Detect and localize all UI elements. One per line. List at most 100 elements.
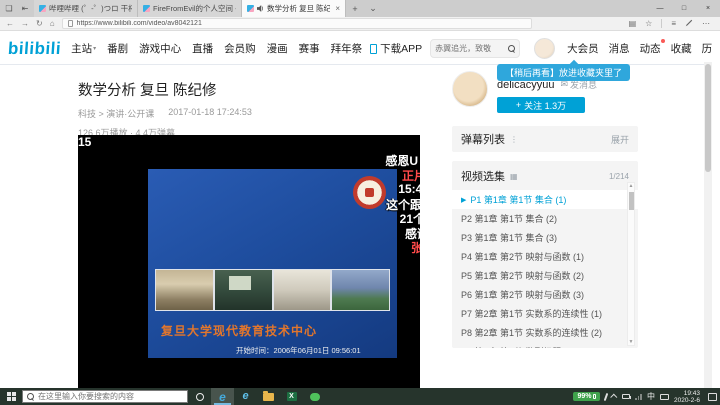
windows-logo-icon xyxy=(7,392,16,401)
taskbar-search-box[interactable] xyxy=(22,390,188,403)
file-explorer-button[interactable] xyxy=(257,388,280,405)
playlist-item[interactable]: ▶ P6 第1章 第2节 映射与函数 (3) xyxy=(452,285,638,304)
video-category[interactable]: 科技 > 演讲·公开课 xyxy=(78,107,154,120)
nav-item[interactable]: 游戏中心 ▾ xyxy=(139,41,181,56)
danmaku-list-bar[interactable]: 弹幕列表 ⋮ 展开 xyxy=(452,126,638,152)
wechat-icon xyxy=(310,393,320,401)
pen-icon[interactable] xyxy=(604,392,609,400)
hidden-icons-chevron-icon[interactable] xyxy=(611,394,618,401)
input-language-indicator[interactable]: 中 xyxy=(647,393,655,401)
tab-close-icon[interactable]: × xyxy=(333,4,340,13)
follow-label: 关注 1.3万 xyxy=(524,99,566,112)
browser-tab[interactable]: 数学分析 复旦 陈纪 × xyxy=(242,0,346,17)
reading-view-icon[interactable]: ▤ xyxy=(629,20,637,28)
playlist-item[interactable]: ▶ P9 第2章 第2节 数列极限 (1) xyxy=(452,342,638,348)
playlist-page-indicator: 1/214 xyxy=(609,172,629,181)
more-icon[interactable]: ⋯ xyxy=(702,20,710,28)
forward-icon[interactable]: → xyxy=(21,20,29,28)
user-nav-item[interactable]: 历史 xyxy=(702,41,712,56)
nav-item[interactable]: 直播 ▾ xyxy=(192,41,213,56)
favorite-star-icon[interactable]: ☆ xyxy=(645,20,652,28)
expand-link[interactable]: 展开 xyxy=(611,133,629,146)
grid-view-icon[interactable]: ▦ xyxy=(510,172,518,181)
excel-taskbar-button[interactable]: X xyxy=(280,388,303,405)
search-icon[interactable] xyxy=(508,45,515,52)
nav-item-label: 拜年祭 xyxy=(331,41,363,56)
web-note-icon[interactable] xyxy=(685,19,693,29)
tab-preview-icon[interactable]: ❏ xyxy=(4,4,14,14)
scroll-up-icon[interactable]: ▲ xyxy=(628,183,634,189)
nav-item-label: 直播 xyxy=(192,41,213,56)
playlist-item[interactable]: ▶ P1 第1章 第1节 集合 (1) xyxy=(452,190,638,209)
header-search-input[interactable] xyxy=(435,44,508,53)
new-tab-button[interactable]: + xyxy=(346,0,364,17)
set-tabs-aside-icon[interactable]: ⇤ xyxy=(20,4,30,14)
video-publish-time: 2017-01-18 17:24:53 xyxy=(168,107,252,120)
playlist-scrollbar[interactable]: ▲ ▼ xyxy=(627,182,635,346)
start-button[interactable] xyxy=(0,388,22,405)
user-avatar[interactable] xyxy=(534,38,555,59)
battery-percent-badge[interactable]: 99% xyxy=(573,392,600,401)
page-scrollbar[interactable] xyxy=(704,62,712,388)
user-nav-label: 消息 xyxy=(609,43,630,55)
playlist-item[interactable]: ▶ P8 第2章 第1节 实数系的连续性 (2) xyxy=(452,323,638,342)
user-nav-item[interactable]: 动态 xyxy=(640,41,661,56)
tab-dropdown-icon[interactable]: ⌄ xyxy=(364,0,382,17)
window-minimize-button[interactable]: — xyxy=(648,0,672,17)
playlist-scroll-thumb[interactable] xyxy=(629,192,634,210)
playlist-item[interactable]: ▶ P2 第1章 第1节 集合 (2) xyxy=(452,209,638,228)
wechat-taskbar-button[interactable] xyxy=(303,388,326,405)
nav-item[interactable]: 拜年祭 ▾ xyxy=(331,41,363,56)
taskbar-search-input[interactable] xyxy=(38,392,183,401)
taskbar-clock[interactable]: 19:43 2020-2-6 xyxy=(674,390,700,404)
bilibili-logo[interactable]: bilibili xyxy=(7,39,62,59)
scroll-down-icon[interactable]: ▼ xyxy=(628,339,634,345)
playlist-item[interactable]: ▶ P3 第1章 第1节 集合 (3) xyxy=(452,228,638,247)
action-center-icon[interactable] xyxy=(708,393,717,401)
browser-tab[interactable]: 哔哩哔哩 (゜-゜)つロ 干杯~ × xyxy=(34,0,138,17)
playlist-item[interactable]: ▶ P5 第1章 第2节 映射与函数 (2) xyxy=(452,266,638,285)
playlist-item-label: P1 第1章 第1节 集合 (1) xyxy=(470,193,566,206)
url-field[interactable]: https://www.bilibili.com/video/av8042121 xyxy=(62,18,532,29)
touch-keyboard-icon[interactable] xyxy=(660,394,669,400)
nav-item[interactable]: 赛事 ▾ xyxy=(299,41,320,56)
playlist-panel: 视频选集 ▦ 1/214 ▶ P1 第1章 第1节 集合 (1) ▶ xyxy=(452,161,638,348)
refresh-icon[interactable]: ↻ xyxy=(36,20,43,28)
battery-icon[interactable] xyxy=(622,394,630,399)
back-icon[interactable]: ← xyxy=(6,20,14,28)
playlist-item[interactable]: ▶ P7 第2章 第1节 实数系的连续性 (1) xyxy=(452,304,638,323)
main-nav: 主站 ▾ 番剧 ▾ 游戏中心 ▾ 直播 ▾ xyxy=(71,41,362,56)
follow-button[interactable]: + 关注 1.3万 xyxy=(497,97,585,113)
clock-time: 19:43 xyxy=(674,390,700,397)
ie-taskbar-button[interactable]: e xyxy=(234,388,257,405)
browser-tab[interactable]: FireFromEvil的个人空间 - 哔 × xyxy=(138,0,242,17)
home-icon[interactable]: ⌂ xyxy=(50,20,55,28)
nav-item[interactable]: 主站 ▾ xyxy=(71,41,96,56)
tab-title: FireFromEvil的个人空间 - 哔 xyxy=(153,3,236,14)
hub-icon[interactable]: ≡ xyxy=(671,20,676,28)
page-scroll-thumb[interactable] xyxy=(705,64,711,172)
chevron-down-icon: ▾ xyxy=(93,45,96,52)
video-player[interactable]: 数学分析 陈纪修 复旦大学现代教育技术中心 开始时间：2006年06月01日 0… xyxy=(78,135,420,388)
uploader-avatar[interactable] xyxy=(452,71,488,107)
user-nav-item[interactable]: 收藏 xyxy=(671,41,692,56)
fudan-university-seal-icon xyxy=(353,176,386,209)
kebab-menu-icon[interactable]: ⋮ xyxy=(510,135,518,144)
playlist-item-label: P7 第2章 第1节 实数系的连续性 (1) xyxy=(461,307,602,320)
header-search-box[interactable] xyxy=(430,39,520,58)
nav-item[interactable]: 漫画 ▾ xyxy=(267,41,288,56)
user-nav-item[interactable]: 消息 xyxy=(609,41,630,56)
download-app-link[interactable]: 下载APP xyxy=(370,41,422,56)
window-close-button[interactable]: × xyxy=(696,0,720,17)
network-icon[interactable] xyxy=(635,394,642,400)
playlist-item[interactable]: ▶ P4 第1章 第2节 映射与函数 (1) xyxy=(452,247,638,266)
edge-taskbar-button[interactable]: e xyxy=(211,388,234,405)
nav-item[interactable]: 番剧 ▾ xyxy=(107,41,128,56)
windows-taskbar: e e X 99% 中 19:43 2020-2-6 xyxy=(0,388,720,405)
campus-photo xyxy=(156,270,213,310)
tab-audio-icon[interactable] xyxy=(257,5,264,12)
cortana-button[interactable] xyxy=(188,388,211,405)
window-maximize-button[interactable]: □ xyxy=(672,0,696,17)
user-nav-item[interactable]: 大会员 xyxy=(567,41,599,56)
nav-item[interactable]: 会员购 ▾ xyxy=(224,41,256,56)
